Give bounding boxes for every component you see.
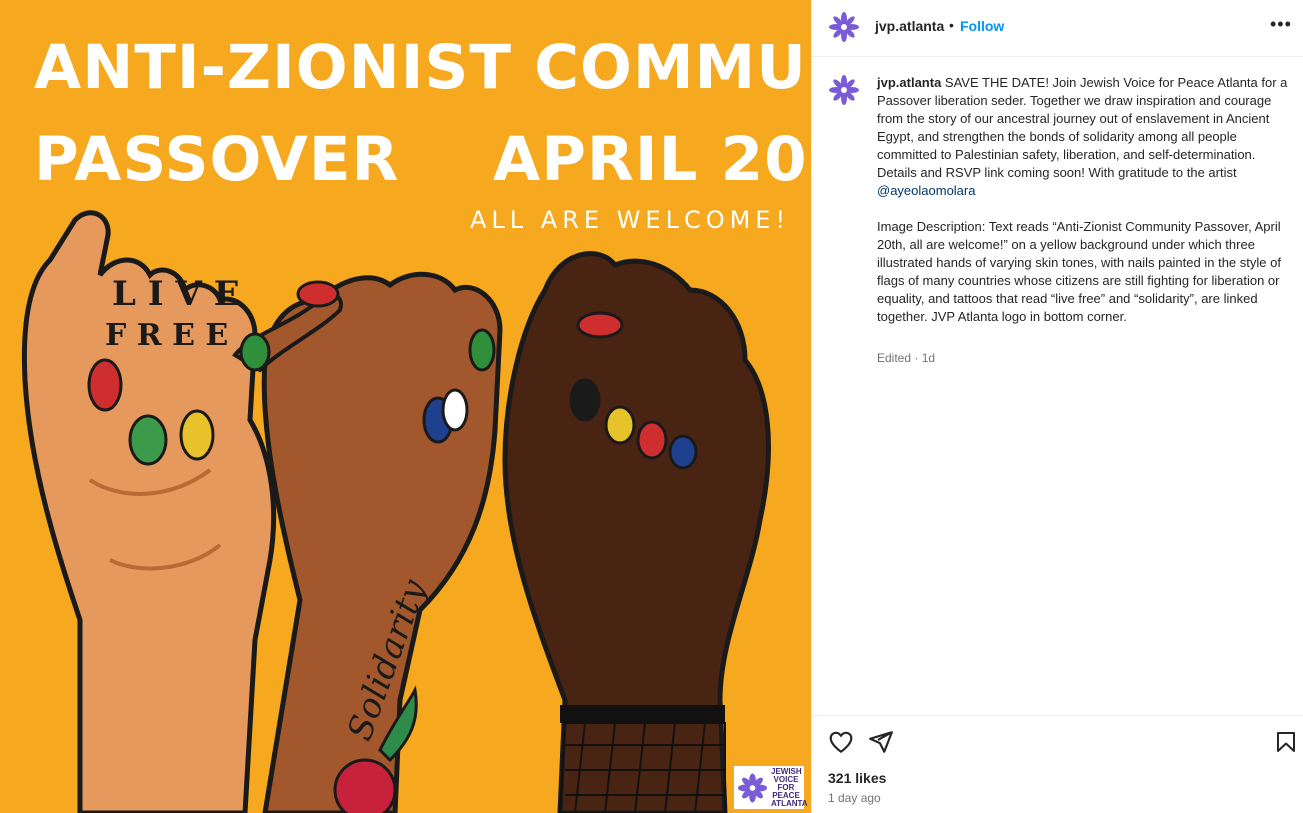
dark-hand bbox=[502, 251, 771, 813]
medium-hand: Solidarity bbox=[232, 271, 503, 813]
more-options-icon[interactable]: ••• bbox=[1270, 14, 1292, 35]
heart-outline-icon[interactable] bbox=[828, 729, 854, 755]
caption-text: SAVE THE DATE! Join Jewish Voice for Pea… bbox=[877, 75, 1288, 180]
post-caption: jvp.atlanta SAVE THE DATE! Join Jewish V… bbox=[877, 74, 1289, 326]
svg-text:F R E E: F R E E bbox=[105, 318, 228, 353]
caption-username-link[interactable]: jvp.atlanta bbox=[877, 75, 941, 90]
actions-divider bbox=[812, 715, 1303, 716]
image-description: Image Description: Text reads “Anti-Zion… bbox=[877, 219, 1281, 324]
like-count[interactable]: 321 likes bbox=[828, 770, 886, 786]
jvp-flower-logo-icon bbox=[737, 772, 768, 803]
bookmark-outline-icon[interactable] bbox=[1274, 729, 1298, 755]
edited-timestamp: Edited · 1d bbox=[877, 351, 936, 365]
headline-line-1: ANTI-ZIONIST COMMUNITY bbox=[34, 32, 811, 103]
username-link[interactable]: jvp.atlanta bbox=[875, 18, 944, 34]
separator-dot: • bbox=[949, 17, 954, 33]
post-image[interactable]: L I V E F R E E Solidarity ANTI-ZIONIST … bbox=[0, 0, 811, 813]
headline-welcome: ALL ARE WELCOME! bbox=[470, 206, 791, 234]
logo-text: JEWISH VOICE FOR PEACE ATLANTA bbox=[771, 766, 808, 808]
follow-button[interactable]: Follow bbox=[960, 18, 1004, 34]
headline-passover: PASSOVER bbox=[34, 124, 400, 195]
headline-date: APRIL 20 bbox=[493, 124, 808, 195]
hands-illustration: L I V E F R E E Solidarity bbox=[21, 210, 771, 813]
post-side-panel: jvp.atlanta • Follow ••• jvp.atlanta SAV… bbox=[811, 0, 1303, 813]
post-header: jvp.atlanta • Follow ••• bbox=[812, 0, 1303, 57]
caption-avatar[interactable] bbox=[828, 74, 860, 106]
caption-paragraph: jvp.atlanta SAVE THE DATE! Join Jewish V… bbox=[877, 74, 1289, 200]
light-hand: L I V E F R E E bbox=[21, 210, 277, 813]
artist-mention-link[interactable]: @ayeolaomolara bbox=[877, 183, 975, 198]
post-timestamp[interactable]: 1 day ago bbox=[828, 791, 881, 805]
jvp-flower-logo-icon bbox=[829, 75, 859, 105]
jvp-flower-logo-icon bbox=[829, 12, 859, 42]
jvp-logo-badge: JEWISH VOICE FOR PEACE ATLANTA bbox=[734, 766, 808, 809]
avatar[interactable] bbox=[828, 11, 860, 43]
instagram-post: L I V E F R E E Solidarity ANTI-ZIONIST … bbox=[0, 0, 1303, 813]
svg-text:L I V E: L I V E bbox=[112, 274, 240, 314]
paper-plane-icon[interactable] bbox=[868, 729, 894, 755]
